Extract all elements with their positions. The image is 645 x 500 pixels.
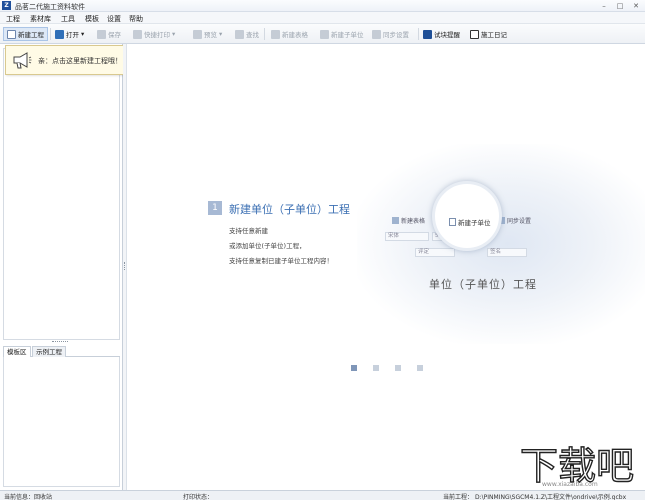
minimize-button[interactable]: – [597, 1, 611, 11]
open-button[interactable]: 打开 ▾ [55, 27, 84, 41]
new-sub-unit-label: 新建子单位 [331, 31, 364, 39]
guide-line: 支持任意新建 [229, 227, 268, 235]
menu-help[interactable]: 帮助 [129, 14, 143, 24]
find-label: 查找 [246, 31, 259, 39]
preview-big-text: 单位（子单位）工程 [429, 278, 537, 291]
new-table-label: 新建表格 [282, 31, 308, 39]
preview-button[interactable]: 预览 ▾ [193, 27, 222, 41]
table-icon [271, 29, 280, 39]
quick-print-button[interactable]: 快捷打印 ▾ [133, 27, 175, 41]
toolbar: 新建工程 打开 ▾ 保存 快捷打印 ▾ 预览 ▾ 查找 新建表格 新建子单位 同… [0, 24, 645, 44]
sync-icon [372, 29, 381, 39]
app-icon: Z [2, 1, 11, 10]
search-icon [235, 29, 244, 39]
toolbar-separator [264, 28, 265, 40]
carousel-dot[interactable] [417, 365, 423, 371]
guide-line: 支持任意复制已建子单位工程内容！ [229, 257, 333, 265]
new-table-button[interactable]: 新建表格 [271, 27, 308, 41]
open-label: 打开 [66, 31, 79, 39]
template-list[interactable] [3, 357, 120, 487]
preview-new-table: 新建表格 [392, 216, 425, 225]
menu-tools[interactable]: 工具 [61, 14, 75, 24]
tab-template-area[interactable]: 模板区 [3, 346, 31, 357]
toolbar-separator [418, 28, 419, 40]
preview-sign: 签名 [487, 248, 527, 257]
new-document-icon [7, 29, 16, 39]
magnified-new-sub-unit: 新建子单位 [449, 217, 491, 227]
magnified-new-sub-unit-label: 新建子单位 [458, 219, 491, 227]
step-number: 1 [208, 201, 222, 215]
preview-new-table-label: 新建表格 [401, 218, 426, 225]
welcome-guide: 1 新建单位（子单位）工程 支持任意新建 或添加单位(子单位)工程， 支持任意复… [127, 44, 645, 490]
panel-splitter-grip[interactable] [52, 341, 68, 344]
preview-rate: 评定 [415, 248, 455, 257]
menu-project[interactable]: 工程 [6, 14, 20, 24]
toolbar-separator [50, 28, 51, 40]
menu-templates[interactable]: 模板 [85, 14, 99, 24]
menu-library[interactable]: 素材库 [30, 14, 51, 24]
watermark-url: www.xiazaiba.com [542, 481, 598, 488]
table-icon [392, 217, 399, 224]
project-tree[interactable]: - 工 [3, 48, 120, 340]
preview-icon [193, 29, 202, 39]
carousel-dot[interactable] [395, 365, 401, 371]
sync-settings-label: 同步设置 [383, 31, 409, 39]
open-folder-icon [55, 29, 64, 39]
guide-line: 或添加单位(子单位)工程， [229, 242, 306, 250]
reminder-icon [423, 29, 432, 39]
new-project-label: 新建工程 [18, 31, 44, 39]
status-project-label: 当前工程： [443, 494, 474, 500]
log-book-icon [470, 29, 479, 39]
save-icon [97, 29, 106, 39]
new-sub-unit-button[interactable]: 新建子单位 [320, 27, 364, 41]
close-button[interactable]: ✕ [629, 1, 643, 11]
megaphone-icon [13, 52, 32, 69]
menu-bar: 工程 素材库 工具 模板 设置 帮助 [0, 12, 645, 24]
save-button[interactable]: 保存 [97, 27, 121, 41]
tooltip-text: 亲：点击这里新建工程哦！ [38, 57, 122, 65]
document-icon [449, 218, 456, 226]
new-project-button[interactable]: 新建工程 [3, 27, 48, 41]
guide-heading: 新建单位（子单位）工程 [229, 203, 350, 216]
test-block-reminder-button[interactable]: 试块提醒 [423, 27, 460, 41]
save-label: 保存 [108, 31, 121, 39]
document-icon [320, 29, 329, 39]
tab-example-projects[interactable]: 示例工程 [32, 346, 66, 357]
project-panel: - 工 模板区 示例工程 [0, 44, 123, 490]
window-title: 品茗二代施工资料软件 [15, 3, 85, 11]
maximize-button[interactable]: □ [613, 1, 627, 11]
preview-sync-settings: 同步设置 [498, 216, 531, 225]
title-bar: Z 品茗二代施工资料软件 – □ ✕ [0, 0, 645, 12]
menu-settings[interactable]: 设置 [107, 14, 121, 24]
preview-font-name: 宋体 [385, 232, 429, 241]
carousel-indicator [351, 365, 423, 371]
printer-icon [133, 29, 142, 39]
chevron-down-icon: ▾ [219, 30, 223, 38]
test-block-reminder-label: 试块提醒 [434, 31, 460, 39]
preview-label: 预览 [204, 31, 217, 39]
status-bar: 当前信息： 回收站 打印状态： 当前工程： D:\PINMING\SGCM4.1… [0, 490, 645, 500]
sync-settings-button[interactable]: 同步设置 [372, 27, 409, 41]
status-print-label: 打印状态： [183, 494, 214, 500]
status-info-label: 当前信息： [4, 494, 35, 500]
construction-log-label: 施工日记 [481, 31, 507, 39]
find-button[interactable]: 查找 [235, 27, 259, 41]
preview-sync-settings-label: 同步设置 [507, 218, 532, 225]
carousel-dot[interactable] [351, 365, 357, 371]
status-info-value: 回收站 [34, 494, 53, 500]
splitter-grip[interactable] [124, 262, 126, 270]
template-tabs: 模板区 示例工程 [3, 345, 120, 357]
construction-log-button[interactable]: 施工日记 [470, 27, 507, 41]
carousel-dot[interactable] [373, 365, 379, 371]
quick-print-label: 快捷打印 [144, 31, 170, 39]
chevron-down-icon: ▾ [172, 30, 176, 38]
chevron-down-icon: ▾ [81, 30, 85, 38]
status-project-path: D:\PINMING\SGCM4.1.Z\工程文件\ondrive\示例.gcb… [475, 494, 627, 500]
magnifier-highlight [432, 181, 502, 251]
